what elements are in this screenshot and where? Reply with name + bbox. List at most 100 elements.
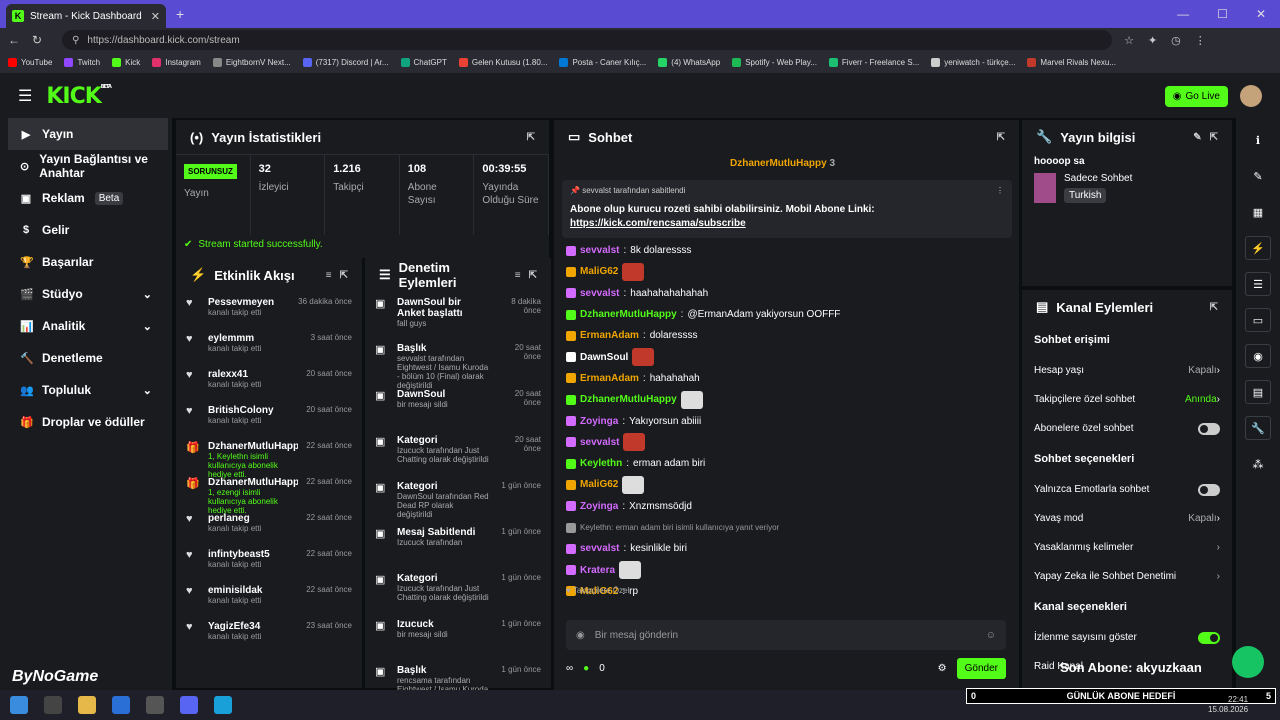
info-icon[interactable]: ℹ <box>1245 128 1271 152</box>
sidebar-item-3[interactable]: $ Gelir <box>0 214 172 246</box>
channel-option-row[interactable]: Yavaş mod Kapalı › <box>1022 504 1232 533</box>
bookmark-item[interactable]: yeniwatch - türkçe... <box>931 58 1015 67</box>
new-tab-icon[interactable]: + <box>176 6 184 22</box>
edit-pencil-icon[interactable]: ✎ <box>1193 132 1201 143</box>
option-toggle[interactable] <box>1198 483 1220 496</box>
sidebar-item-0[interactable]: ▶ Yayın <box>8 118 168 150</box>
unpin-icon[interactable]: ⋮ <box>996 186 1004 195</box>
chevron-down-icon[interactable]: ⌄ <box>143 288 152 301</box>
file-explorer-icon[interactable] <box>78 696 96 714</box>
chevron-down-icon[interactable]: ⌄ <box>143 320 152 333</box>
activity-item[interactable]: 🎁 DzhanerMutluHappy 1, Keylethn isimli kul… <box>176 436 362 479</box>
moderation-item[interactable]: ▣ Başlık sevvalst tarafından Eightwest / I… <box>365 338 551 390</box>
chat-username[interactable]: Zoyinga <box>580 501 618 512</box>
expand-icon[interactable]: ⇱ <box>1210 302 1218 313</box>
chat-username[interactable]: Zoyinga <box>580 416 618 427</box>
expand-icon[interactable]: ⇱ <box>527 132 535 143</box>
activity-item[interactable]: ♥ perlaneg kanalı takip etti 22 saat önce <box>176 508 362 544</box>
sidebar-item-5[interactable]: 🎬 Stüdyo ⌄ <box>0 278 172 310</box>
emote-picker-icon[interactable]: ◉ <box>576 630 585 641</box>
close-tab-icon[interactable]: ✕ <box>151 10 160 23</box>
show-views-toggle[interactable] <box>1198 631 1220 644</box>
pinned-link[interactable]: https://kick.com/rencsama/subscribe <box>570 217 1004 231</box>
sidebar-item-4[interactable]: 🏆 Başarılar <box>0 246 172 278</box>
chat-username[interactable]: DawnSoul <box>580 352 628 363</box>
chat-username[interactable]: DzhanerMutluHappy <box>580 309 677 320</box>
expand-icon[interactable]: ⇱ <box>529 270 537 281</box>
bookmark-item[interactable]: Twitch <box>64 58 100 67</box>
support-chat-button[interactable] <box>1232 646 1264 678</box>
channel-option-row[interactable]: Abonelere özel sohbet <box>1022 414 1232 443</box>
chat-message[interactable]: Zoyinga: Xnzmsmsödjd <box>566 496 1006 517</box>
windows-start-icon[interactable] <box>10 696 28 714</box>
chat-message[interactable]: MaliG62: rp <box>566 581 1006 602</box>
chat-message[interactable]: MaliG62 <box>566 261 1006 282</box>
bookmark-item[interactable]: ChatGPT <box>400 58 447 67</box>
share-icon[interactable]: ⁂ <box>1245 452 1271 476</box>
channel-option-row[interactable]: Takipçilere özel sohbet Anında › <box>1022 385 1232 414</box>
app-icon[interactable] <box>112 696 130 714</box>
bookmark-item[interactable]: Gelen Kutusu (1.80... <box>458 58 547 67</box>
chat-message[interactable]: Keylethn: erman adam biri <box>566 453 1006 474</box>
activity-item[interactable]: ♥ eminisildak kanalı takip etti 22 saat önc… <box>176 580 362 616</box>
sidebar-item-8[interactable]: 👥 Topluluk ⌄ <box>0 374 172 406</box>
channel-option-row[interactable]: Yasaklanmış kelimeler › <box>1022 533 1232 562</box>
discord-icon[interactable] <box>180 696 198 714</box>
moderation-item[interactable]: ▣ Kategori Izucuck tarafından Just Chattin… <box>365 568 551 614</box>
activity-item[interactable]: ♥ BritishColony kanalı takip etti 20 saat ö… <box>176 400 362 436</box>
go-live-button[interactable]: ◉ Go Live <box>1164 85 1228 107</box>
sidebar-item-7[interactable]: 🔨 Denetleme <box>0 342 172 374</box>
moderation-item[interactable]: ▣ Kategori Izucuck tarafından Just Chattin… <box>365 430 551 476</box>
activity-item[interactable]: ♥ Pessevmeyen kanalı takip etti 36 dakika ö… <box>176 292 362 328</box>
activity-item[interactable]: 🎁 DzhanerMutluHappy 1, ezengi isimli kulla… <box>176 472 362 515</box>
activity-item[interactable]: ♥ ralexx41 kanalı takip etti 20 saat önce <box>176 364 362 400</box>
activity-item[interactable]: ♥ eylemmm kanalı takip etti 3 saat önce <box>176 328 362 364</box>
chat-message[interactable]: DawnSoul <box>566 346 1006 367</box>
chat-username[interactable]: sevvalst <box>580 245 619 256</box>
chat-message[interactable]: Kratera <box>566 559 1006 580</box>
expand-icon[interactable]: ⇱ <box>340 270 348 281</box>
category-name[interactable]: Sadece Sohbet <box>1064 173 1132 184</box>
activity-item[interactable]: ♥ infintybeast5 kanalı takip etti 22 saat ö… <box>176 544 362 580</box>
chat-message[interactable]: Keylethn: erman adam biri isimli kullanı… <box>566 517 1006 538</box>
chat-username[interactable]: Keylethn <box>580 458 622 469</box>
bookmark-item[interactable]: YouTube <box>8 58 52 67</box>
option-toggle[interactable] <box>1198 422 1220 435</box>
expand-icon[interactable]: ⇱ <box>997 132 1005 143</box>
edge-icon[interactable] <box>214 696 232 714</box>
url-input[interactable]: ⚲ https://dashboard.kick.com/stream <box>62 30 1113 50</box>
top-gifter[interactable]: DzhanerMutluHappy 3 <box>730 158 835 169</box>
bookmark-item[interactable]: EightbornV Next... <box>212 58 291 67</box>
channel-option-row[interactable]: Yalnızca Emotlarla sohbet <box>1022 475 1232 504</box>
chat-message[interactable]: Zoyinga: Yakıyorsun abiiii <box>566 410 1006 431</box>
community-icon[interactable]: ∞ <box>566 663 573 674</box>
bookmark-item[interactable]: Spotify - Web Play... <box>732 58 817 67</box>
chevron-down-icon[interactable]: ⌄ <box>143 384 152 397</box>
bookmark-item[interactable]: Kick <box>112 58 140 67</box>
close-window-icon[interactable]: ✕ <box>1256 7 1266 21</box>
chat-message[interactable]: DzhanerMutluHappy: @ErmanAdam yakiyorsun … <box>566 304 1006 325</box>
hamburger-menu-icon[interactable]: ☰ <box>18 86 32 106</box>
chat-username[interactable]: MaliG62 <box>580 479 618 490</box>
smile-icon[interactable]: ☺ <box>986 630 996 641</box>
menu-icon[interactable]: ⋮ <box>1195 34 1206 47</box>
chat-username[interactable]: ErmanAdam <box>580 373 639 384</box>
language-tag[interactable]: Turkish <box>1064 188 1107 203</box>
chat-input[interactable]: ◉ Bir mesaj gönderin ☺ <box>566 620 1006 650</box>
chat-message[interactable]: sevvalst: kesinlikle biri <box>566 538 1006 559</box>
channel-option-row[interactable]: Yapay Zeka ile Sohbet Denetimi › <box>1022 562 1232 591</box>
bolt-icon[interactable]: ⚡ <box>1245 236 1271 260</box>
maximize-icon[interactable]: ☐ <box>1217 7 1228 21</box>
bookmark-item[interactable]: Marvel Rivals Nexu... <box>1027 58 1116 67</box>
filter-icon[interactable]: ≡ <box>515 270 521 281</box>
moderation-item[interactable]: ▣ Mesaj Sabitlendi Izucuck tarafından 1 gün… <box>365 522 551 568</box>
show-view-count-row[interactable]: İzlenme sayısını göster <box>1022 623 1232 652</box>
chat-message[interactable]: MaliG62 <box>566 474 1006 495</box>
chat-message[interactable]: sevvalst:8k dolaressss <box>566 240 1006 261</box>
chat-username[interactable]: DzhanerMutluHappy <box>580 394 677 405</box>
activity-item[interactable]: ♥ YagizEfe34 kanalı takip etti 23 saat önce <box>176 616 362 652</box>
chat-username[interactable]: Keylethn: erman adam biri isimli kullanı… <box>580 523 779 532</box>
channel-option-row[interactable]: Hesap yaşı Kapalı › <box>1022 356 1232 385</box>
avatar[interactable] <box>1240 85 1262 107</box>
chat-username[interactable]: Kratera <box>580 565 615 576</box>
